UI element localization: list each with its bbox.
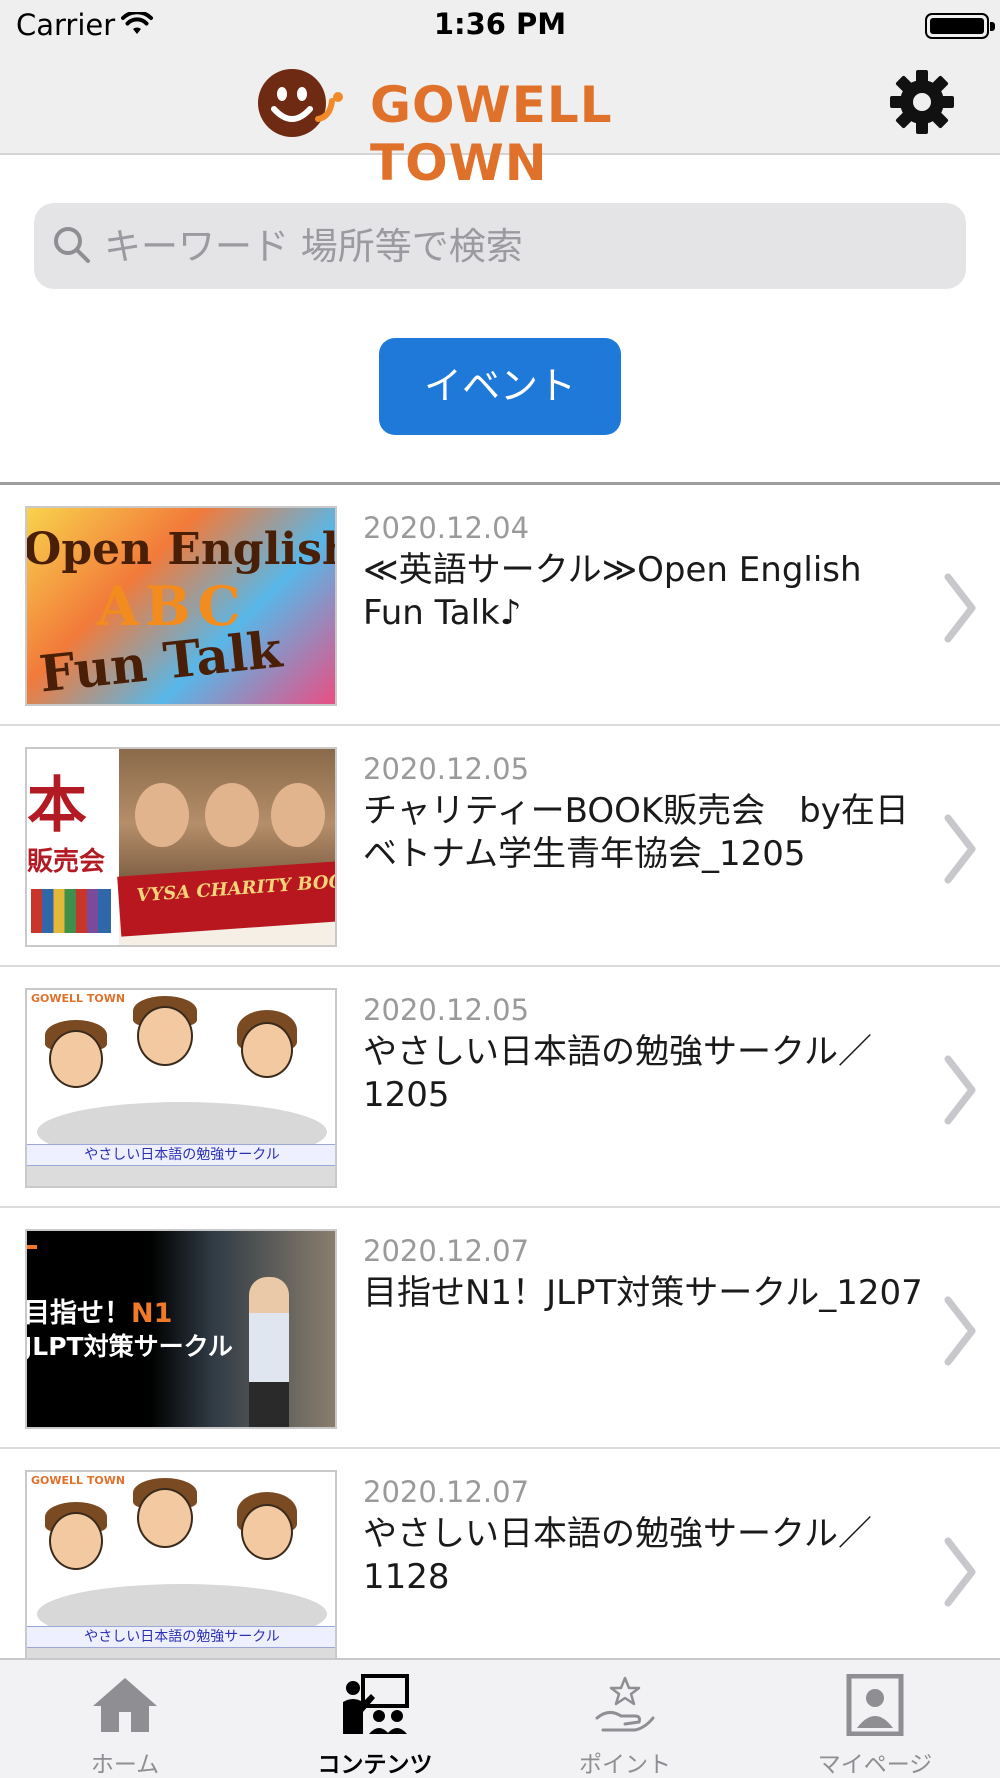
status-bar: Carrier 1:36 PM [0, 0, 1000, 52]
list-item[interactable]: GOWELL TOWN やさしい日本語の勉強サークル 2020.12.07 やさ… [0, 1449, 1000, 1690]
tab-points[interactable]: ポイント [500, 1660, 750, 1778]
search-bar [34, 203, 966, 289]
list-item[interactable]: 本 販売会 VYSA CHARITY BOOK 202 2020.12.05 チ… [0, 726, 1000, 967]
event-date: 2020.12.05 [363, 752, 530, 786]
nav-bar: GOWELL TOWN [0, 52, 1000, 192]
event-date: 2020.12.05 [363, 993, 530, 1027]
event-title: やさしい日本語の勉強サークル／1205 [363, 1032, 872, 1115]
teacher-figure [249, 1277, 289, 1427]
home-icon [93, 1678, 157, 1732]
status-time: 1:36 PM [433, 7, 567, 41]
event-thumbnail: GOWELL TOWN やさしい日本語の勉強サークル [25, 1470, 337, 1670]
event-date: 2020.12.04 [363, 511, 530, 545]
thumb-brand: GOWELL TOWN [31, 1474, 126, 1487]
event-thumbnail: GOWELL TOWN やさしい日本語の勉強サークル [25, 988, 337, 1188]
thumb-text: Open English [25, 524, 337, 575]
list-item[interactable]: GOWELL TOWN やさしい日本語の勉強サークル 2020.12.05 やさ… [0, 967, 1000, 1208]
battery-icon [925, 13, 995, 39]
event-list: Open English ABC Fun Talk 2020.12.04 ≪英語… [0, 485, 1000, 1690]
chevron-right-icon [944, 1296, 976, 1366]
thumb-caption: やさしい日本語の勉強サークル [27, 1626, 335, 1648]
tab-home[interactable]: ホーム [0, 1660, 250, 1778]
presentation-icon [343, 1674, 409, 1734]
thumb-caption: やさしい日本語の勉強サークル [27, 1144, 335, 1166]
thumb-text: Fun Talk [36, 619, 285, 704]
list-item[interactable]: Open English ABC Fun Talk 2020.12.04 ≪英語… [0, 485, 1000, 726]
chevron-right-icon [944, 1537, 976, 1607]
thumb-text: 販売会 [27, 847, 106, 877]
smile-logo-icon [258, 69, 343, 137]
event-thumbnail: 本 販売会 VYSA CHARITY BOOK 202 [25, 747, 337, 947]
chevron-right-icon [944, 814, 976, 884]
hand-star-icon [595, 1676, 655, 1732]
chevron-right-icon [944, 573, 976, 643]
gear-icon[interactable] [888, 68, 956, 136]
event-title: やさしい日本語の勉強サークル／1128 [363, 1514, 872, 1597]
tab-label: コンテンツ [317, 1752, 433, 1778]
tab-label: ポイント [579, 1752, 671, 1778]
thumb-brand: GOWELL TOWN [31, 992, 126, 1005]
search-input[interactable] [104, 203, 954, 289]
thumb-text: 目指せ！N1 [25, 1298, 173, 1329]
event-title: 目指せN1！JLPT対策サークル_1207 [363, 1273, 923, 1313]
tab-label: ホーム [90, 1752, 160, 1778]
event-title: チャリティーBOOK販売会 by在日ベトナム学生青年協会_1205 [363, 791, 909, 874]
chevron-right-icon [944, 1055, 976, 1125]
event-date: 2020.12.07 [363, 1475, 530, 1509]
thumb-text: JLPT対策サークル [25, 1332, 233, 1361]
event-title: ≪英語サークル≫Open English Fun Talk♪ [363, 550, 862, 633]
search-icon [54, 227, 90, 263]
profile-icon [846, 1674, 904, 1736]
tab-bar: ホーム コンテンツ ポイント マイページ [0, 1658, 1000, 1778]
event-date: 2020.12.07 [363, 1234, 530, 1268]
tab-contents[interactable]: コンテンツ [250, 1660, 500, 1778]
books-illustration [31, 889, 111, 933]
tab-mypage[interactable]: マイページ [750, 1660, 1000, 1778]
event-thumbnail: Open English ABC Fun Talk [25, 506, 337, 706]
list-item[interactable]: 目指せ！N1 JLPT対策サークル 2020.12.07 目指せN1！JLPT対… [0, 1208, 1000, 1449]
event-thumbnail: 目指せ！N1 JLPT対策サークル [25, 1229, 337, 1429]
event-filter-button[interactable]: イベント [379, 338, 621, 435]
thumb-text: 本 [27, 771, 87, 841]
app-logo[interactable]: GOWELL TOWN [258, 65, 758, 192]
logo-text: GOWELL TOWN [370, 76, 613, 192]
tab-label: マイページ [817, 1752, 933, 1778]
